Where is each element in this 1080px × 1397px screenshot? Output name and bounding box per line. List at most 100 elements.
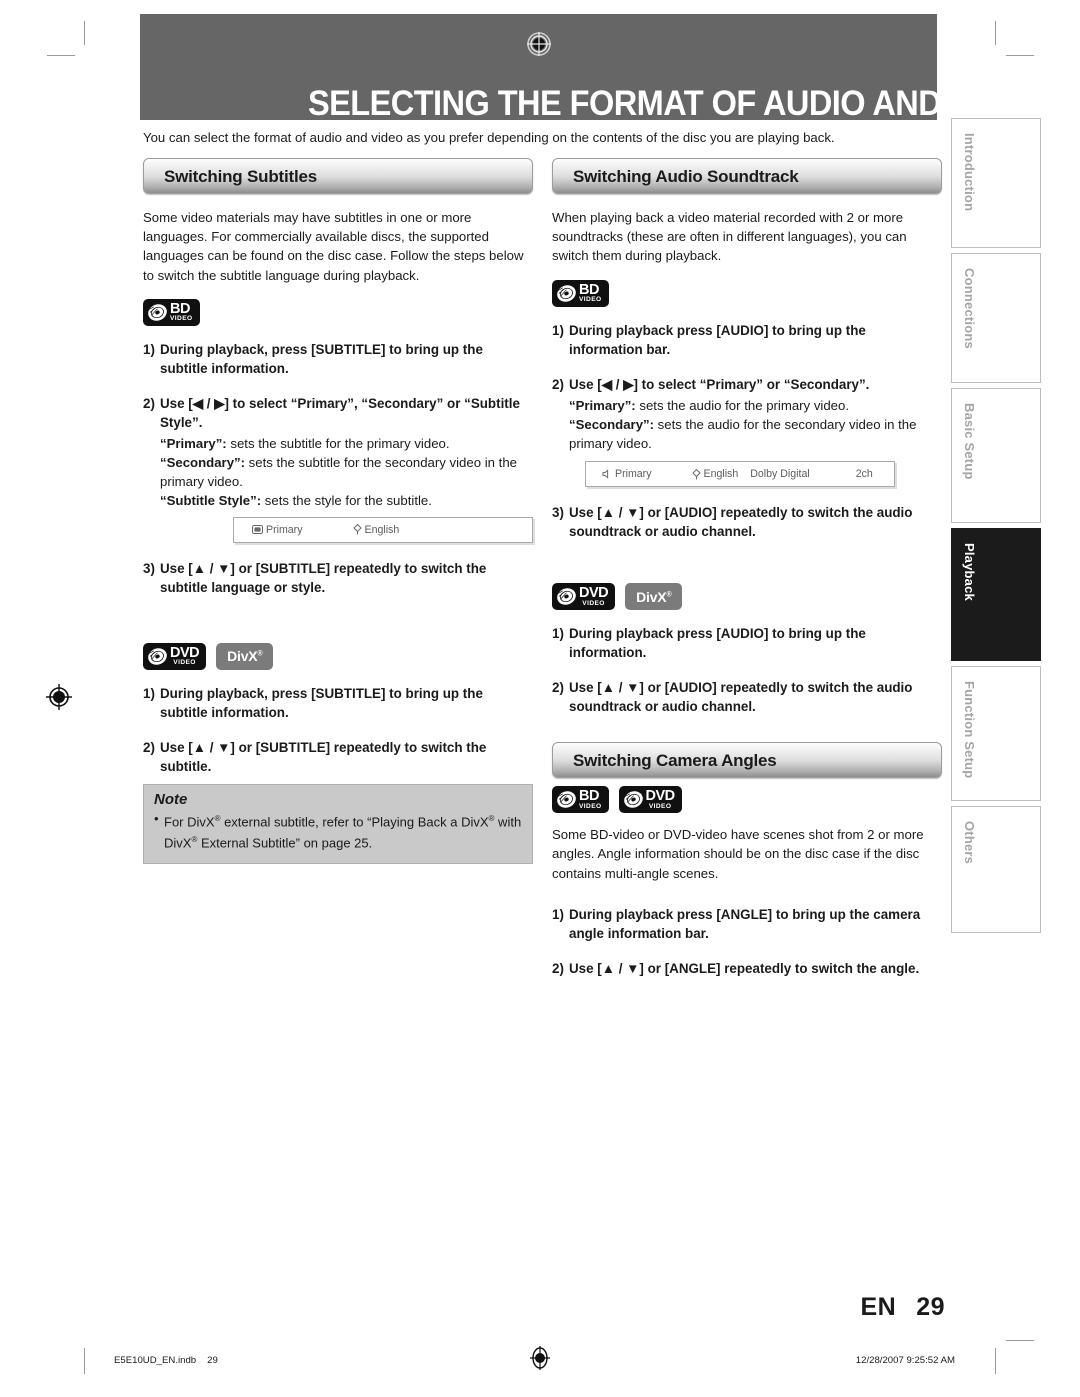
language-code: EN: [860, 1293, 897, 1321]
divx-logo-mark: ®: [257, 650, 263, 658]
dvd-video-logo: DVD VIDEO: [618, 786, 682, 814]
dvd-video-logo: DVD VIDEO: [552, 583, 616, 611]
dvd-video-logo: DVD VIDEO: [143, 642, 207, 670]
step-number: 2): [143, 395, 155, 411]
dvd-logo-sublabel: VIDEO: [648, 802, 672, 810]
step-number: 2): [552, 680, 564, 696]
section-title-subtitles: Switching Subtitles: [164, 167, 317, 186]
bullet-icon: •: [154, 810, 159, 826]
bd-logo-label: BD: [170, 300, 190, 317]
section-header-switching-subtitles: Switching Subtitles: [143, 158, 533, 194]
subtitle-icon: [252, 525, 263, 535]
divx-logo-label: DivX: [636, 588, 667, 605]
tab-function-setup[interactable]: Function Setup: [951, 666, 1041, 801]
section-title-camera-angles: Switching Camera Angles: [573, 751, 777, 771]
detail-text: sets the subtitle for the primary video.: [226, 435, 450, 451]
tab-label: Function Setup: [962, 681, 977, 779]
crop-mark-br-h: [1006, 1340, 1034, 1341]
bd-logo-label: BD: [579, 281, 599, 298]
info-bar-field-format: Dolby Digital: [750, 468, 810, 481]
step-number: 2): [552, 376, 564, 392]
audio-bd-step-2-details: “Primary”: sets the audio for the primar…: [569, 396, 942, 454]
step-number: 1): [552, 322, 564, 338]
step-number: 2): [143, 739, 155, 755]
bd-video-logo: BD VIDEO: [552, 279, 609, 307]
chapter-tabs: Introduction Connections Basic Setup Pla…: [951, 118, 1041, 938]
detail-text: sets the audio for the primary video.: [635, 397, 850, 413]
info-bar-field-channels: 2ch: [855, 468, 873, 481]
audio-bd-step-3: 3) Use [▲ / ▼] or [AUDIO] repeatedly to …: [552, 503, 942, 541]
crop-mark-tr-h: [1006, 55, 1034, 56]
subtitles-bd-step-2-details: “Primary”: sets the subtitle for the pri…: [160, 434, 533, 511]
step-text: During playback press [ANGLE] to bring u…: [569, 906, 921, 941]
info-bar-field-language: English: [352, 524, 399, 536]
disc-icon: [557, 791, 576, 809]
step-number: 1): [143, 685, 155, 701]
page-footer-number: EN 29: [860, 1293, 945, 1322]
info-bar-field-primary: Primary: [252, 524, 303, 536]
bd-video-logo: BD VIDEO: [143, 298, 200, 326]
subtitles-bd-step-2: 2) Use [◀ / ▶] to select “Primary”, “Sec…: [143, 394, 533, 432]
left-column: Switching Subtitles Some video materials…: [143, 158, 533, 865]
note-heading: Note: [154, 790, 188, 808]
diamond-icon: [352, 524, 362, 535]
tab-introduction[interactable]: Introduction: [951, 118, 1041, 248]
step-number: 1): [552, 626, 564, 642]
diamond-icon: [691, 468, 701, 480]
step-number: 2): [552, 960, 564, 976]
note-bullet-item: • For DivX® external subtitle, refer to …: [154, 810, 522, 854]
divx-logo-mark: ®: [666, 591, 672, 599]
info-bar-field-language: English: [691, 468, 738, 480]
detail-text: sets the style for the subtitle.: [261, 493, 432, 509]
subtitles-dvd-step-1: 1) During playback, press [SUBTITLE] to …: [143, 684, 533, 722]
bd-logo-label: BD: [579, 788, 599, 805]
page-title: SELECTING THE FORMAT OF AUDIO AND VIDEO: [308, 84, 1049, 123]
disc-icon: [148, 647, 167, 665]
disc-icon: [557, 588, 576, 606]
step-text: During playback, press [SUBTITLE] to bri…: [160, 685, 483, 720]
disc-icon: [623, 791, 643, 809]
tab-others[interactable]: Others: [951, 806, 1041, 933]
audio-bd-step-2: 2) Use [◀ / ▶] to select “Primary” or “S…: [552, 375, 942, 394]
bd-logo-sublabel: VIDEO: [579, 802, 602, 810]
audio-bd-step-1: 1) During playback press [AUDIO] to brin…: [552, 321, 942, 359]
step-text: Use [▲ / ▼] or [ANGLE] repeatedly to swi…: [569, 960, 920, 976]
disc-icon: [557, 284, 576, 302]
camera-angles-step-1: 1) During playback press [ANGLE] to brin…: [552, 905, 942, 943]
registration-mark-top: [527, 32, 551, 56]
bd-logo-sublabel: VIDEO: [170, 315, 193, 323]
section-header-switching-camera-angles: Switching Camera Angles: [552, 742, 942, 779]
step-text: Use [▲ / ▼] or [AUDIO] repeatedly to swi…: [569, 680, 913, 715]
indb-file-name: E5E10UD_EN.indb: [114, 1355, 197, 1366]
tab-basic-setup[interactable]: Basic Setup: [951, 388, 1041, 523]
bd-video-logo: BD VIDEO: [552, 786, 609, 814]
disc-icon: [148, 304, 167, 321]
tab-label: Introduction: [962, 133, 977, 212]
step-number: 3): [552, 505, 564, 521]
subtitles-bd-step-3: 3) Use [▲ / ▼] or [SUBTITLE] repeatedly …: [143, 559, 533, 597]
dvd-logo-sublabel: VIDEO: [582, 599, 605, 607]
media-logos-camera-angles: BD VIDEO DVD VIDEO: [552, 786, 942, 814]
section-title-audio: Switching Audio Soundtrack: [573, 167, 799, 186]
step-text: During playback, press [SUBTITLE] to bri…: [160, 341, 483, 376]
indb-page-number: 29: [207, 1355, 218, 1366]
print-file-info: E5E10UD_EN.indb 29: [114, 1355, 218, 1366]
tab-playback[interactable]: Playback: [951, 528, 1041, 661]
dvd-logo-label: DVD: [579, 585, 609, 602]
step-text: Use [▲ / ▼] or [AUDIO] repeatedly to swi…: [569, 505, 913, 540]
media-logos-dvd-divx-audio: DVD VIDEO DivX®: [552, 583, 942, 611]
step-text: Use [◀ / ▶] to select “Primary”, “Second…: [160, 395, 520, 430]
crop-mark-bl-v: [84, 1348, 85, 1374]
tab-connections[interactable]: Connections: [951, 253, 1041, 383]
tab-label: Connections: [962, 268, 977, 349]
page-title-band: SELECTING THE FORMAT OF AUDIO AND VIDEO: [140, 14, 1049, 123]
step-text: During playback press [AUDIO] to bring u…: [569, 626, 866, 661]
page-number: 29: [916, 1293, 945, 1321]
detail-label: “Primary”:: [160, 435, 227, 451]
note-box: Note • For DivX® external subtitle, refe…: [143, 783, 533, 865]
camera-angles-step-2: 2) Use [▲ / ▼] or [ANGLE] repeatedly to …: [552, 959, 942, 978]
step-text: Use [▲ / ▼] or [SUBTITLE] repeatedly to …: [160, 560, 487, 595]
media-logos-bd-audio: BD VIDEO: [552, 279, 942, 307]
tab-label: Basic Setup: [962, 403, 977, 480]
dvd-logo-label: DVD: [170, 644, 200, 661]
